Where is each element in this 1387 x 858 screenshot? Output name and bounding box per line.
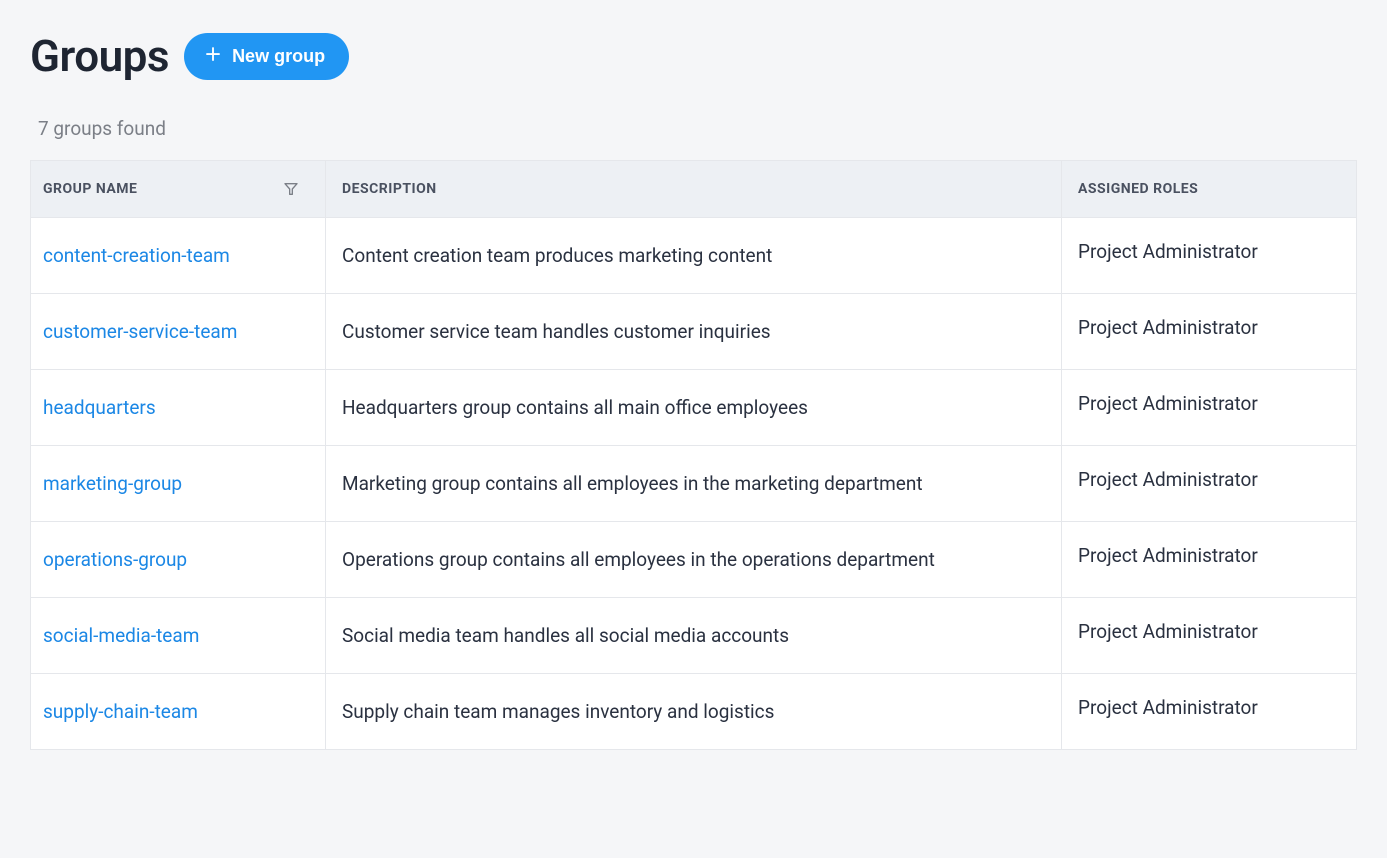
new-group-button[interactable]: New group: [184, 33, 349, 80]
groups-count: 7 groups found: [38, 117, 1357, 140]
group-description: Supply chain team manages inventory and …: [326, 674, 1062, 750]
page-title: Groups: [30, 30, 169, 82]
group-link[interactable]: marketing-group: [43, 472, 182, 495]
table-row: customer-service-team Customer service t…: [31, 294, 1357, 370]
table-row: headquarters Headquarters group contains…: [31, 370, 1357, 446]
table-row: supply-chain-team Supply chain team mana…: [31, 674, 1357, 750]
group-link[interactable]: social-media-team: [43, 624, 199, 647]
group-roles: Project Administrator: [1062, 522, 1357, 598]
table-row: operations-group Operations group contai…: [31, 522, 1357, 598]
group-link[interactable]: operations-group: [43, 548, 187, 571]
group-link[interactable]: content-creation-team: [43, 244, 230, 267]
group-roles: Project Administrator: [1062, 294, 1357, 370]
filter-icon[interactable]: [283, 181, 299, 197]
group-roles: Project Administrator: [1062, 218, 1357, 294]
group-link[interactable]: supply-chain-team: [43, 700, 198, 723]
group-link[interactable]: customer-service-team: [43, 320, 237, 343]
group-roles: Project Administrator: [1062, 446, 1357, 522]
group-description: Operations group contains all employees …: [326, 522, 1062, 598]
col-header-roles[interactable]: ASSIGNED ROLES: [1062, 161, 1357, 218]
table-row: marketing-group Marketing group contains…: [31, 446, 1357, 522]
group-description: Customer service team handles customer i…: [326, 294, 1062, 370]
table-row: social-media-team Social media team hand…: [31, 598, 1357, 674]
group-roles: Project Administrator: [1062, 370, 1357, 446]
col-header-description[interactable]: DESCRIPTION: [326, 161, 1062, 218]
group-description: Marketing group contains all employees i…: [326, 446, 1062, 522]
group-description: Social media team handles all social med…: [326, 598, 1062, 674]
group-roles: Project Administrator: [1062, 674, 1357, 750]
group-link[interactable]: headquarters: [43, 396, 156, 419]
col-header-name[interactable]: GROUP NAME: [31, 161, 326, 218]
new-group-label: New group: [232, 46, 325, 67]
group-roles: Project Administrator: [1062, 598, 1357, 674]
col-header-name-label: GROUP NAME: [43, 181, 137, 197]
group-description: Content creation team produces marketing…: [326, 218, 1062, 294]
table-row: content-creation-team Content creation t…: [31, 218, 1357, 294]
plus-icon: [204, 45, 222, 68]
group-description: Headquarters group contains all main off…: [326, 370, 1062, 446]
groups-table: GROUP NAME DESCRIPTION ASSIGNED ROLES co…: [30, 160, 1357, 750]
